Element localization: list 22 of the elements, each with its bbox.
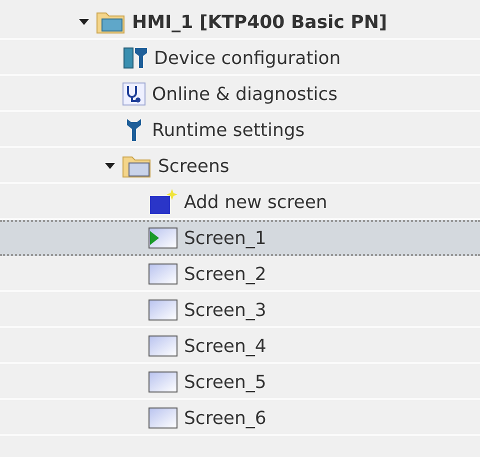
stethoscope-icon: [122, 82, 146, 106]
tree-item[interactable]: Screen_2: [0, 256, 480, 292]
tree-item[interactable]: Screens: [0, 148, 480, 184]
folder-icon: [96, 10, 126, 34]
folder-icon: [122, 154, 152, 178]
tree-item[interactable]: Screen_6: [0, 400, 480, 436]
screen-icon: [148, 262, 178, 286]
screen-icon: [148, 406, 178, 430]
tree-item[interactable]: Screen_4: [0, 328, 480, 364]
tree-item[interactable]: Screen_5: [0, 364, 480, 400]
screen-icon: [148, 334, 178, 358]
screen-icon: [148, 298, 178, 322]
start-screen-icon: [148, 226, 178, 250]
wrench-icon: [122, 45, 148, 71]
tree-item[interactable]: Screen_1: [0, 220, 480, 256]
add-screen-icon: [148, 188, 178, 216]
tree-item[interactable]: HMI_1 [KTP400 Basic PN]: [0, 4, 480, 40]
tree-item[interactable]: Device configuration: [0, 40, 480, 76]
screen-icon: [148, 370, 178, 394]
tree-item[interactable]: Online & diagnostics: [0, 76, 480, 112]
tree-item[interactable]: Runtime settings: [0, 112, 480, 148]
tree-item[interactable]: Screen_3: [0, 292, 480, 328]
